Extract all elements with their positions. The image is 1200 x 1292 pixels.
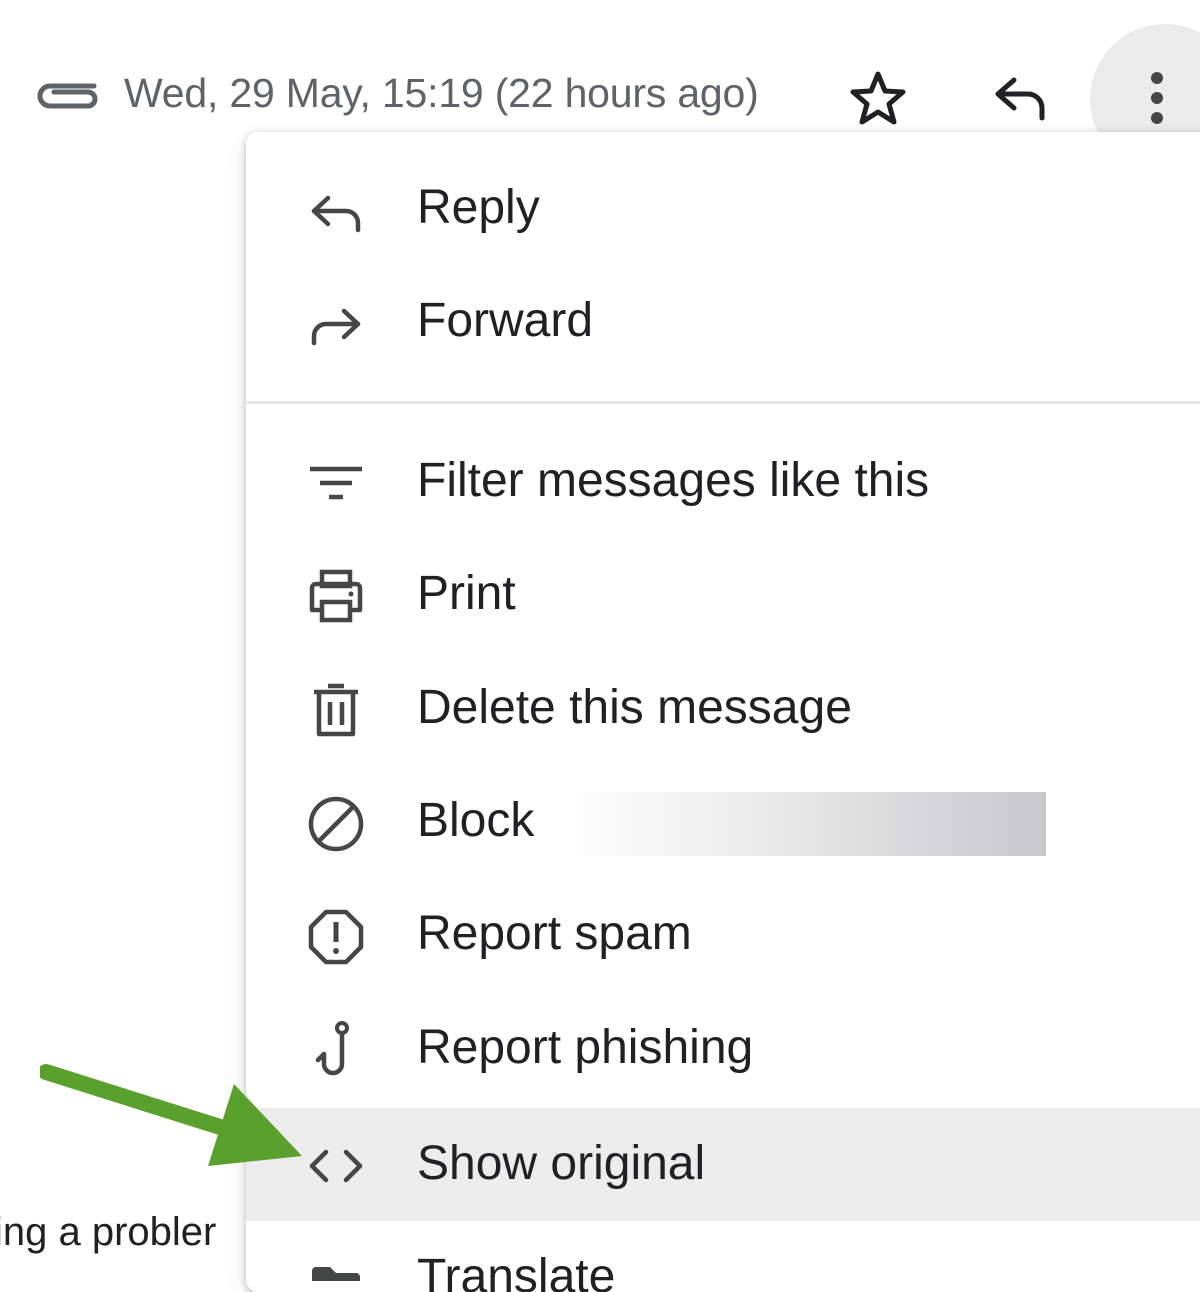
filter-icon: [310, 466, 362, 500]
more-vert-icon: [1151, 72, 1163, 84]
menu-item-show-original[interactable]: Show original: [246, 1108, 1200, 1221]
message-date: Wed, 29 May, 15:19 (22 hours ago): [124, 70, 759, 116]
trash-icon: [314, 683, 358, 737]
menu-item-report-spam[interactable]: Report spam: [246, 878, 1200, 991]
menu-item-label: Report phishing: [417, 1021, 754, 1074]
menu-item-filter-messages[interactable]: Filter messages like this: [246, 425, 1200, 538]
message-header: Wed, 29 May, 15:19 (22 hours ago): [0, 0, 1200, 174]
paperclip-icon: [37, 83, 98, 109]
report-spam-icon: [308, 909, 364, 965]
menu-item-label: Show original: [417, 1137, 706, 1190]
menu-item-label: Block: [417, 794, 535, 847]
menu-item-report-phishing[interactable]: Report phishing: [246, 992, 1200, 1105]
phishing-hook-icon: [315, 1021, 349, 1076]
star-icon[interactable]: [846, 70, 910, 126]
menu-item-label: Reply: [417, 181, 540, 234]
block-icon: [308, 796, 364, 852]
more-options-menu: Reply Forward Filter messages like this …: [246, 132, 1200, 1292]
menu-item-delete[interactable]: Delete this message: [246, 652, 1200, 765]
menu-item-translate[interactable]: Translate: [246, 1221, 1200, 1292]
menu-item-print[interactable]: Print: [246, 538, 1200, 651]
menu-item-forward[interactable]: Forward: [246, 265, 1200, 378]
print-icon: [309, 569, 363, 623]
menu-item-label: Print: [417, 567, 516, 620]
reply-icon: [311, 195, 361, 233]
menu-item-label: Delete this message: [417, 681, 852, 734]
reply-icon[interactable]: [990, 72, 1050, 124]
menu-item-label: Filter messages like this: [417, 454, 930, 507]
menu-item-label: Report spam: [417, 907, 692, 960]
menu-item-label: Forward: [417, 294, 594, 347]
code-icon: [309, 1149, 363, 1183]
email-body-snippet: ing a probler: [0, 1210, 217, 1254]
folder-icon: [312, 1267, 360, 1281]
menu-item-reply[interactable]: Reply: [246, 152, 1200, 265]
redacted-sender-name: [562, 792, 1046, 856]
forward-icon: [311, 308, 361, 346]
menu-item-label: Translate: [417, 1250, 616, 1292]
menu-divider: [246, 401, 1200, 404]
